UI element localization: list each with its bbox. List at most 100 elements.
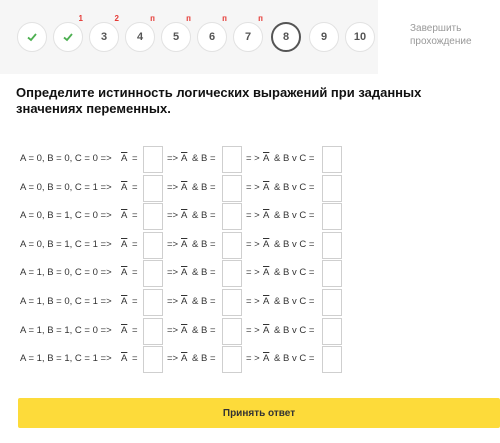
and-b-label: & B = <box>192 238 216 250</box>
and-b-label: & B = <box>192 324 216 336</box>
and-b-or-c-label: & B v C = <box>274 267 315 279</box>
not-a-label: A <box>263 153 270 164</box>
check-icon <box>63 33 73 42</box>
equals-label: = <box>132 181 138 193</box>
not-a-and-b-or-c-answer-input[interactable] <box>322 146 342 173</box>
assignment-text: A = 1, B = 0, C = 1 => <box>20 296 112 307</box>
finish-line-1: Завершить <box>410 23 462 34</box>
arrow-label: => <box>167 353 179 365</box>
arrow-label-2: = > <box>246 238 260 250</box>
not-a-label: A <box>181 210 188 222</box>
not-a-and-b-or-c-answer-input[interactable] <box>322 231 342 259</box>
not-a-and-b-answer-input[interactable] <box>222 317 242 345</box>
assignment-text: A = 1, B = 0, C = 0 => <box>20 267 112 279</box>
arrow-label-2: = > <box>246 324 260 336</box>
not-a-label: A <box>263 296 270 307</box>
expression-row: A = 1, B = 0, C = 0 => A = => A & B = = > A & B … <box>0 260 500 288</box>
and-b-label: & B = <box>192 296 216 307</box>
finish-button[interactable]: Завершить прохождение <box>378 0 500 74</box>
check-icon <box>27 33 37 42</box>
not-a-label: A <box>181 267 188 279</box>
step-number: 4 <box>136 31 144 43</box>
and-b-label: & B = <box>192 210 216 222</box>
expression-row: A = 0, B = 1, C = 1 => A = => A & B = = > A & B … <box>0 231 500 259</box>
step-1[interactable] <box>17 22 47 52</box>
step-2[interactable]: 1 <box>53 14 83 52</box>
step-7[interactable]: 7п <box>233 14 263 52</box>
not-a-label: A <box>121 267 128 279</box>
step-10[interactable]: 10 <box>345 22 375 52</box>
not-a-and-b-or-c-answer-input[interactable] <box>322 317 342 345</box>
not-a-answer-input[interactable] <box>143 231 163 259</box>
arrow-label: => <box>167 210 179 222</box>
not-a-answer-input[interactable] <box>143 146 163 173</box>
step-4[interactable]: 4п <box>125 14 155 52</box>
step-badge: п <box>150 14 155 23</box>
equals-label: = <box>132 210 138 222</box>
not-a-label: A <box>263 353 270 365</box>
not-a-label: A <box>181 324 188 336</box>
not-a-answer-input[interactable] <box>143 346 163 374</box>
expression-row: A = 0, B = 1, C = 0 => A = => A & B = = > A & B … <box>0 203 500 231</box>
not-a-label: A <box>121 353 128 365</box>
not-a-label: A <box>121 296 128 307</box>
not-a-label: A <box>121 181 128 193</box>
not-a-answer-input[interactable] <box>143 203 163 231</box>
not-a-label: A <box>181 238 188 250</box>
step-5[interactable]: 5п <box>161 14 191 52</box>
and-b-or-c-label: & B v C = <box>274 324 315 336</box>
not-a-and-b-or-c-answer-input[interactable] <box>322 203 342 231</box>
step-number: 5 <box>172 31 180 43</box>
not-a-and-b-answer-input[interactable] <box>222 203 242 231</box>
and-b-or-c-label: & B v C = <box>274 153 315 164</box>
and-b-label: & B = <box>192 181 216 193</box>
step-8[interactable]: 8 <box>271 22 301 52</box>
expression-row: A = 1, B = 0, C = 1 => A = => A & B = = > A & B … <box>0 289 500 316</box>
step-badge: 1 <box>78 14 83 23</box>
not-a-label: A <box>263 210 270 222</box>
not-a-and-b-answer-input[interactable] <box>222 289 242 316</box>
not-a-answer-input[interactable] <box>143 317 163 345</box>
step-9[interactable]: 9 <box>309 22 339 52</box>
and-b-label: & B = <box>192 353 216 365</box>
expression-row: A = 0, B = 0, C = 1 => A = => A & B = = > A & B … <box>0 174 500 202</box>
not-a-label: A <box>263 267 270 279</box>
step-number: 8 <box>282 31 290 43</box>
arrow-label: => <box>167 324 179 336</box>
not-a-answer-input[interactable] <box>143 174 163 202</box>
not-a-label: A <box>263 238 270 250</box>
not-a-and-b-or-c-answer-input[interactable] <box>322 346 342 374</box>
arrow-label-2: = > <box>246 210 260 222</box>
not-a-and-b-answer-input[interactable] <box>222 146 242 173</box>
step-3[interactable]: 32 <box>89 14 119 52</box>
step-badge: 2 <box>114 14 119 23</box>
not-a-and-b-answer-input[interactable] <box>222 346 242 374</box>
not-a-and-b-or-c-answer-input[interactable] <box>322 174 342 202</box>
submit-answer-button[interactable]: Принять ответ <box>18 398 500 428</box>
not-a-label: A <box>121 153 128 164</box>
equals-label: = <box>132 153 138 164</box>
step-6[interactable]: 6п <box>197 14 227 52</box>
expression-row: A = 0, B = 0, C = 0 => A = => A & B = = > A & B … <box>0 146 500 173</box>
not-a-answer-input[interactable] <box>143 289 163 316</box>
equals-label: = <box>132 296 138 307</box>
not-a-and-b-answer-input[interactable] <box>222 174 242 202</box>
equals-label: = <box>132 238 138 250</box>
assignment-text: A = 1, B = 1, C = 1 => <box>20 353 112 365</box>
arrow-label-2: = > <box>246 267 260 279</box>
not-a-and-b-answer-input[interactable] <box>222 260 242 288</box>
equals-label: = <box>132 324 138 336</box>
not-a-label: A <box>263 181 270 193</box>
not-a-and-b-or-c-answer-input[interactable] <box>322 260 342 288</box>
not-a-and-b-answer-input[interactable] <box>222 231 242 259</box>
assignment-text: A = 0, B = 1, C = 1 => <box>20 238 112 250</box>
not-a-answer-input[interactable] <box>143 260 163 288</box>
assignment-text: A = 0, B = 0, C = 0 => <box>20 153 112 164</box>
arrow-label-2: = > <box>246 181 260 193</box>
and-b-or-c-label: & B v C = <box>274 210 315 222</box>
equals-label: = <box>132 353 138 365</box>
equals-label: = <box>132 267 138 279</box>
arrow-label: => <box>167 238 179 250</box>
arrow-label: => <box>167 296 179 307</box>
not-a-and-b-or-c-answer-input[interactable] <box>322 289 342 316</box>
